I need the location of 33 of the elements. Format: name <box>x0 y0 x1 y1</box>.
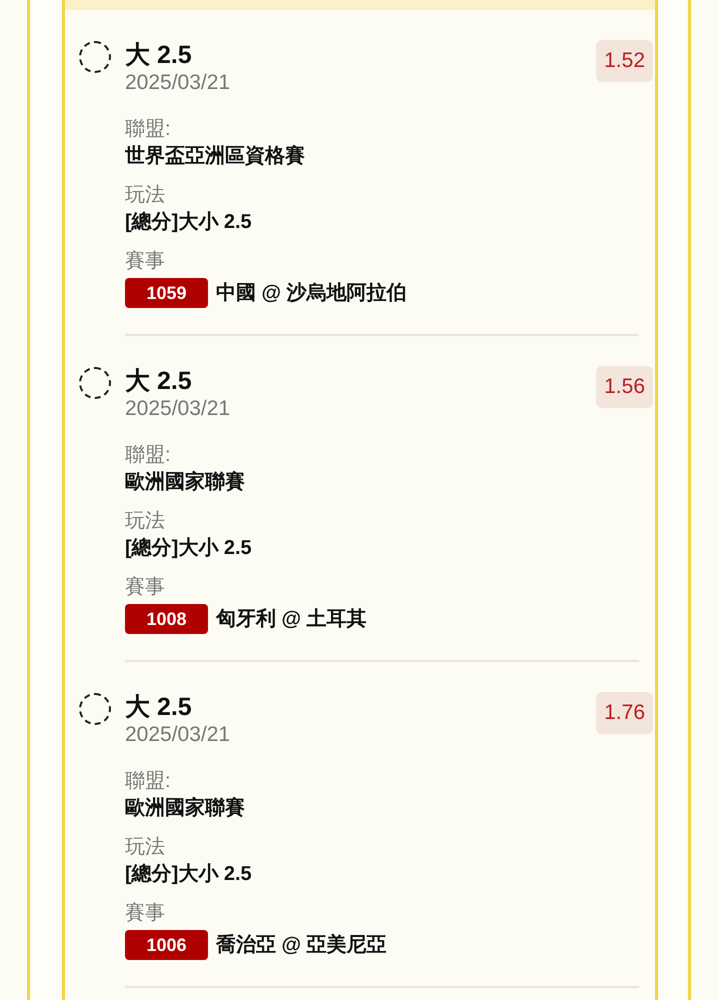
radio-button[interactable] <box>79 367 111 399</box>
market-name: [總分]大小 2.5 <box>125 210 253 235</box>
league-label: 聯盟: <box>125 443 172 468</box>
match-label: 賽事 <box>125 901 166 926</box>
match-label: 賽事 <box>125 249 166 274</box>
selection-title: 大 2.5 <box>125 692 193 722</box>
radio-button[interactable] <box>79 41 111 73</box>
odds-badge: 1.56 <box>596 366 653 408</box>
match-number-badge: 1006 <box>125 930 208 960</box>
league-name: 歐洲國家聯賽 <box>125 470 246 495</box>
league-name: 歐洲國家聯賽 <box>125 796 246 821</box>
market-name: [總分]大小 2.5 <box>125 862 253 887</box>
market-name: [總分]大小 2.5 <box>125 536 253 561</box>
match-number-badge: 1059 <box>125 278 208 308</box>
selection-title: 大 2.5 <box>125 366 193 396</box>
league-label: 聯盟: <box>125 769 172 794</box>
match-teams: 匈牙利 @ 土耳其 <box>216 607 367 632</box>
odds-badge: 1.76 <box>596 692 653 734</box>
match-label: 賽事 <box>125 575 166 600</box>
bet-date: 2025/03/21 <box>125 722 230 748</box>
bet-date: 2025/03/21 <box>125 70 230 96</box>
bet-date: 2025/03/21 <box>125 396 230 422</box>
selection-title: 大 2.5 <box>125 40 193 70</box>
odds-badge: 1.52 <box>596 40 653 82</box>
market-label: 玩法 <box>125 509 166 534</box>
market-label: 玩法 <box>125 183 166 208</box>
league-name: 世界盃亞洲區資格賽 <box>125 144 306 169</box>
match-teams: 喬治亞 @ 亞美尼亞 <box>216 932 387 958</box>
match-number-badge: 1008 <box>125 604 208 634</box>
match-teams: 中國 @ 沙烏地阿拉伯 <box>216 281 407 306</box>
market-label: 玩法 <box>125 835 166 860</box>
league-label: 聯盟: <box>125 117 172 142</box>
radio-button[interactable] <box>79 693 111 725</box>
